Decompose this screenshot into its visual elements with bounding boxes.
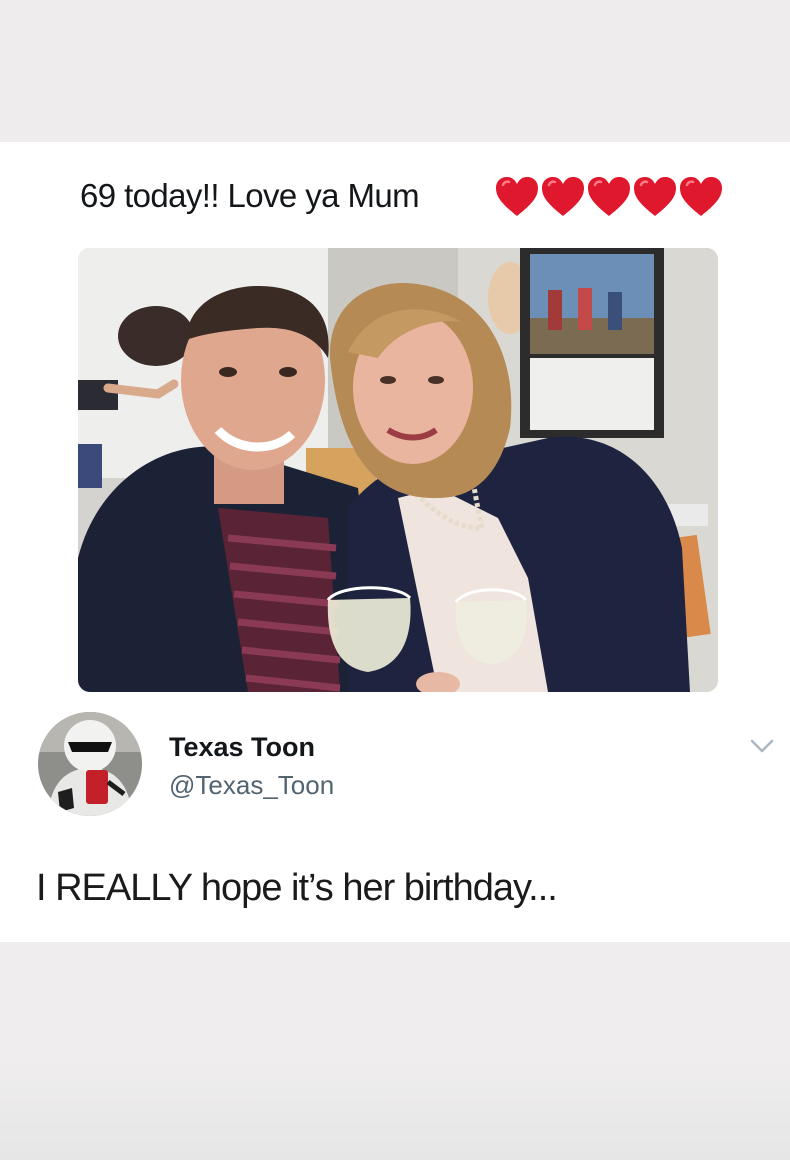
- screenshot-card: 69 today!! Love ya Mum Texas Toon @Texas…: [0, 142, 790, 942]
- user-handle[interactable]: @Texas_Toon: [169, 770, 334, 801]
- hearts-row: [494, 176, 724, 218]
- bottom-background: [0, 942, 790, 1160]
- reply-text: I REALLY hope it’s her birthday...: [36, 867, 558, 909]
- red-heart-icon: [542, 177, 584, 216]
- stormtrooper-avatar-image: [38, 712, 142, 816]
- reply-author-row: Texas Toon @Texas_Toon: [36, 712, 776, 822]
- red-heart-icon: [680, 177, 722, 216]
- red-heart-icon: [634, 177, 676, 216]
- selfie-illustration: [78, 248, 718, 692]
- avatar[interactable]: [38, 712, 142, 816]
- red-heart-icon: [496, 177, 538, 216]
- post-caption: 69 today!! Love ya Mum: [80, 177, 420, 214]
- post-photo[interactable]: [78, 248, 718, 692]
- chevron-down-icon[interactable]: [750, 738, 774, 754]
- red-heart-icon: [588, 177, 630, 216]
- display-name[interactable]: Texas Toon: [169, 732, 315, 763]
